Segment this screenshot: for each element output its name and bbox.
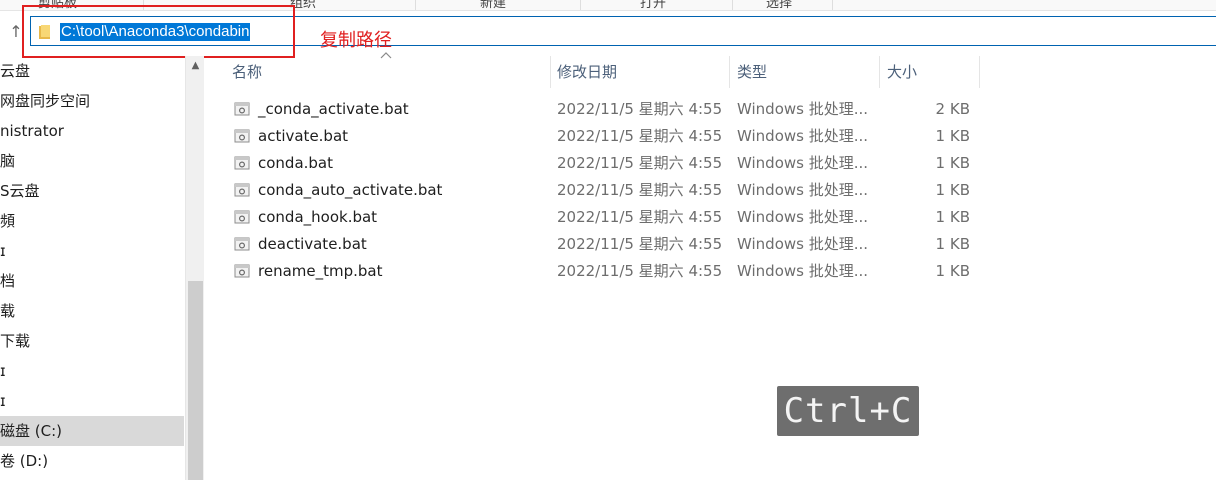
batch-file-icon — [234, 183, 250, 197]
file-date: 2022/11/5 星期六 4:55 — [557, 127, 723, 145]
file-date: 2022/11/5 星期六 4:55 — [557, 262, 723, 280]
file-date: 2022/11/5 星期六 4:55 — [557, 181, 723, 199]
batch-file-icon — [234, 129, 250, 143]
file-type: Windows 批处理... — [737, 208, 869, 226]
nav-item[interactable]: 云盘 — [0, 56, 184, 86]
column-header-size[interactable]: 大小 — [881, 56, 979, 88]
file-row[interactable]: _conda_activate.bat 2022/11/5 星期六 4:55 W… — [226, 96, 986, 123]
navigation-pane: 云盘 网盘同步空间 nistrator 脑 S云盘 頻 ɪ 档 载 下载 ɪ ɪ… — [0, 56, 204, 480]
nav-item[interactable]: S云盘 — [0, 176, 184, 206]
file-type: Windows 批处理... — [737, 181, 869, 199]
nav-item[interactable]: 頻 — [0, 206, 184, 236]
ribbon-group-open[interactable]: 打开 — [640, 0, 666, 10]
column-divider[interactable] — [729, 56, 730, 88]
scroll-up-icon[interactable]: ▲ — [186, 58, 205, 74]
column-divider[interactable] — [979, 56, 980, 88]
file-size: 1 KB — [935, 235, 970, 253]
file-type: Windows 批处理... — [737, 235, 869, 253]
file-type: Windows 批处理... — [737, 154, 869, 172]
column-header-date[interactable]: 修改日期 — [551, 56, 729, 88]
nav-item[interactable]: nistrator — [0, 116, 184, 146]
file-row[interactable]: activate.bat 2022/11/5 星期六 4:55 Windows … — [226, 123, 986, 150]
file-date: 2022/11/5 星期六 4:55 — [557, 100, 723, 118]
file-row[interactable]: deactivate.bat 2022/11/5 星期六 4:55 Window… — [226, 231, 986, 258]
file-row[interactable]: conda_hook.bat 2022/11/5 星期六 4:55 Window… — [226, 204, 986, 231]
keyboard-shortcut-badge: Ctrl+C — [777, 386, 919, 436]
file-size: 1 KB — [935, 181, 970, 199]
ribbon-divider — [580, 0, 581, 10]
file-type: Windows 批处理... — [737, 100, 869, 118]
ribbon-divider — [832, 0, 833, 10]
file-size: 1 KB — [935, 208, 970, 226]
batch-file-icon — [234, 264, 250, 278]
ribbon-group-select[interactable]: 选择 — [766, 0, 792, 10]
file-type: Windows 批处理... — [737, 262, 869, 280]
ribbon-divider — [732, 0, 733, 10]
column-header-name[interactable]: 名称 — [226, 56, 550, 88]
nav-item[interactable]: ɪ — [0, 356, 184, 386]
nav-item[interactable]: 脑 — [0, 146, 184, 176]
file-date: 2022/11/5 星期六 4:55 — [557, 208, 723, 226]
nav-item-drive-d[interactable]: 卷 (D:) — [0, 446, 184, 476]
file-row[interactable]: conda_auto_activate.bat 2022/11/5 星期六 4:… — [226, 177, 986, 204]
annotation-label: 复制路径 — [320, 30, 392, 51]
ribbon-group-new[interactable]: 新建 — [480, 0, 506, 10]
file-size: 1 KB — [935, 262, 970, 280]
column-divider[interactable] — [879, 56, 880, 88]
file-name: _conda_activate.bat — [258, 100, 409, 118]
nav-item[interactable]: 载 — [0, 296, 184, 326]
file-row[interactable]: rename_tmp.bat 2022/11/5 星期六 4:55 Window… — [226, 258, 986, 285]
file-size: 1 KB — [935, 127, 970, 145]
file-date: 2022/11/5 星期六 4:55 — [557, 154, 723, 172]
file-name: conda_hook.bat — [258, 208, 378, 226]
file-size: 2 KB — [935, 100, 970, 118]
file-date: 2022/11/5 星期六 4:55 — [557, 235, 723, 253]
file-name: conda_auto_activate.bat — [258, 181, 443, 199]
nav-item[interactable]: ɪ — [0, 386, 184, 416]
file-type: Windows 批处理... — [737, 127, 869, 145]
file-row[interactable]: conda.bat 2022/11/5 星期六 4:55 Windows 批处理… — [226, 150, 986, 177]
file-size: 1 KB — [935, 154, 970, 172]
nav-item[interactable]: 下载 — [0, 326, 184, 356]
nav-item[interactable]: ɪ — [0, 236, 184, 266]
nav-item[interactable]: 网盘同步空间 — [0, 86, 184, 116]
batch-file-icon — [234, 102, 250, 116]
batch-file-icon — [234, 210, 250, 224]
file-name: rename_tmp.bat — [258, 262, 383, 280]
nav-item-drive-c[interactable]: 磁盘 (C:) — [0, 416, 184, 446]
file-name: activate.bat — [258, 127, 349, 145]
batch-file-icon — [234, 156, 250, 170]
nav-item[interactable]: 档 — [0, 266, 184, 296]
ribbon-divider — [415, 0, 416, 10]
file-name: conda.bat — [258, 154, 334, 172]
scrollbar-thumb[interactable] — [188, 281, 203, 480]
batch-file-icon — [234, 237, 250, 251]
column-header-type[interactable]: 类型 — [731, 56, 879, 88]
file-name: deactivate.bat — [258, 235, 367, 253]
annotation-box — [22, 5, 295, 58]
nav-scrollbar[interactable]: ▲ — [185, 56, 204, 480]
